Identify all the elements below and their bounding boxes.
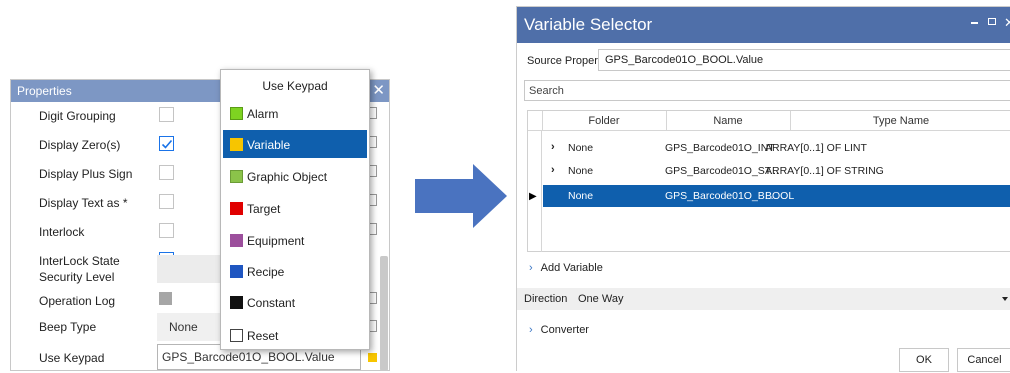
equipment-color-swatch [230, 234, 243, 247]
checkmark-icon [161, 139, 173, 149]
alarm-color-swatch [230, 107, 243, 120]
display-plus-sign-checkbox[interactable] [159, 165, 174, 180]
variable-selector-dialog: Variable Selector ✕ Source Property GPS_… [516, 6, 1010, 372]
option-label: Alarm [247, 107, 279, 121]
keypad-option-recipe[interactable]: Recipe [223, 257, 367, 285]
row-folder: None [568, 165, 594, 177]
table-row[interactable]: › None GPS_Barcode01O_INT ARRAY[0..1] OF… [543, 138, 1010, 158]
prop-label: Security Level [39, 270, 115, 284]
variable-color-swatch [230, 138, 243, 151]
use-keypad-dropdown: Use Keypad Alarm Variable Graphic Object… [220, 69, 370, 350]
direction-value: One Way [578, 293, 624, 305]
column-header-name[interactable]: Name [666, 115, 790, 127]
arrow-right-icon [415, 164, 507, 228]
add-variable-label: Add Variable [540, 262, 603, 274]
chevron-right-icon: › [529, 324, 533, 336]
keypad-option-alarm[interactable]: Alarm [223, 99, 367, 127]
search-input[interactable]: Search [524, 80, 1010, 101]
current-row-marker-icon: ▶ [529, 191, 537, 202]
chevron-right-icon: › [529, 262, 533, 274]
close-icon[interactable]: ✕ [1004, 15, 1010, 31]
reset-color-swatch [230, 329, 243, 342]
variable-keypad-indicator[interactable] [368, 353, 377, 362]
prop-label: Beep Type [39, 320, 97, 334]
prop-label: Display Plus Sign [39, 167, 133, 181]
keypad-option-equipment[interactable]: Equipment [223, 226, 367, 254]
digit-grouping-checkbox[interactable] [159, 107, 174, 122]
dialog-title: Variable Selector [524, 15, 653, 34]
source-property-input[interactable]: GPS_Barcode01O_BOOL.Value [598, 49, 1010, 71]
recipe-color-swatch [230, 265, 243, 278]
converter-label: Converter [540, 324, 589, 336]
option-label: Graphic Object [247, 170, 328, 184]
prop-label: Operation Log [39, 294, 116, 308]
table-row[interactable]: › None GPS_Barcode01O_ST... ARRAY[0..1] … [543, 161, 1010, 181]
row-folder: None [568, 190, 594, 202]
source-property-label: Source Property [527, 55, 607, 67]
properties-scrollbar[interactable] [380, 256, 388, 371]
prop-label: Display Text as * [39, 196, 128, 210]
row-type: BOOL [765, 190, 795, 202]
variable-grid: Folder Name Type Name › None GPS_Barcode… [527, 110, 1010, 252]
prop-label: Digit Grouping [39, 109, 116, 123]
keypad-option-variable[interactable]: Variable [223, 130, 367, 158]
option-label: Reset [247, 329, 279, 343]
column-header-folder[interactable]: Folder [542, 115, 666, 127]
column-header-type-name[interactable]: Type Name [790, 115, 1010, 127]
row-type: ARRAY[0..1] OF LINT [765, 142, 867, 154]
display-zeros-checkbox[interactable] [159, 136, 174, 151]
option-label: Constant [247, 296, 296, 310]
dropdown-title: Use Keypad [262, 79, 328, 93]
target-color-swatch [230, 202, 243, 215]
constant-color-swatch [230, 296, 243, 309]
direction-select[interactable]: Direction One Way [517, 288, 1010, 310]
ok-button[interactable]: OK [899, 348, 949, 372]
add-variable-link[interactable]: › Add Variable [529, 262, 603, 274]
row-name: GPS_Barcode01O_B... [665, 190, 774, 202]
option-label: Target [247, 202, 281, 216]
operation-log-toggle[interactable] [159, 292, 172, 305]
prop-label: Display Zero(s) [39, 138, 121, 152]
keypad-option-graphic-object[interactable]: Graphic Object [223, 162, 367, 190]
converter-link[interactable]: › Converter [529, 324, 589, 336]
keypad-option-constant[interactable]: Constant [223, 288, 367, 316]
keypad-option-target[interactable]: Target [223, 194, 367, 222]
keypad-option-reset[interactable]: Reset [223, 321, 367, 349]
direction-label: Direction [524, 293, 568, 305]
display-text-as-checkbox[interactable] [159, 194, 174, 209]
expand-chevron-icon[interactable]: › [551, 164, 555, 176]
prop-label: Use Keypad [39, 351, 105, 365]
row-folder: None [568, 142, 594, 154]
row-name: GPS_Barcode01O_ST... [665, 165, 779, 177]
dialog-titlebar: Variable Selector ✕ [517, 7, 1010, 43]
option-label: Equipment [247, 234, 305, 248]
row-type: ARRAY[0..1] OF STRING [765, 165, 884, 177]
expand-chevron-icon[interactable]: › [551, 141, 555, 153]
properties-title: Properties [17, 84, 72, 98]
grid-header: Folder Name Type Name [528, 111, 1010, 131]
row-name: GPS_Barcode01O_INT [665, 142, 775, 154]
minimize-icon[interactable] [971, 22, 978, 24]
table-row-selected[interactable]: None GPS_Barcode01O_B... BOOL [543, 185, 1010, 207]
option-label: Recipe [247, 265, 285, 279]
graphic-object-color-swatch [230, 170, 243, 183]
option-label: Variable [247, 138, 291, 152]
close-icon[interactable]: ✕ [372, 82, 385, 100]
chevron-down-icon [1002, 297, 1008, 301]
cancel-button[interactable]: Cancel [957, 348, 1010, 372]
maximize-icon[interactable] [988, 18, 996, 25]
